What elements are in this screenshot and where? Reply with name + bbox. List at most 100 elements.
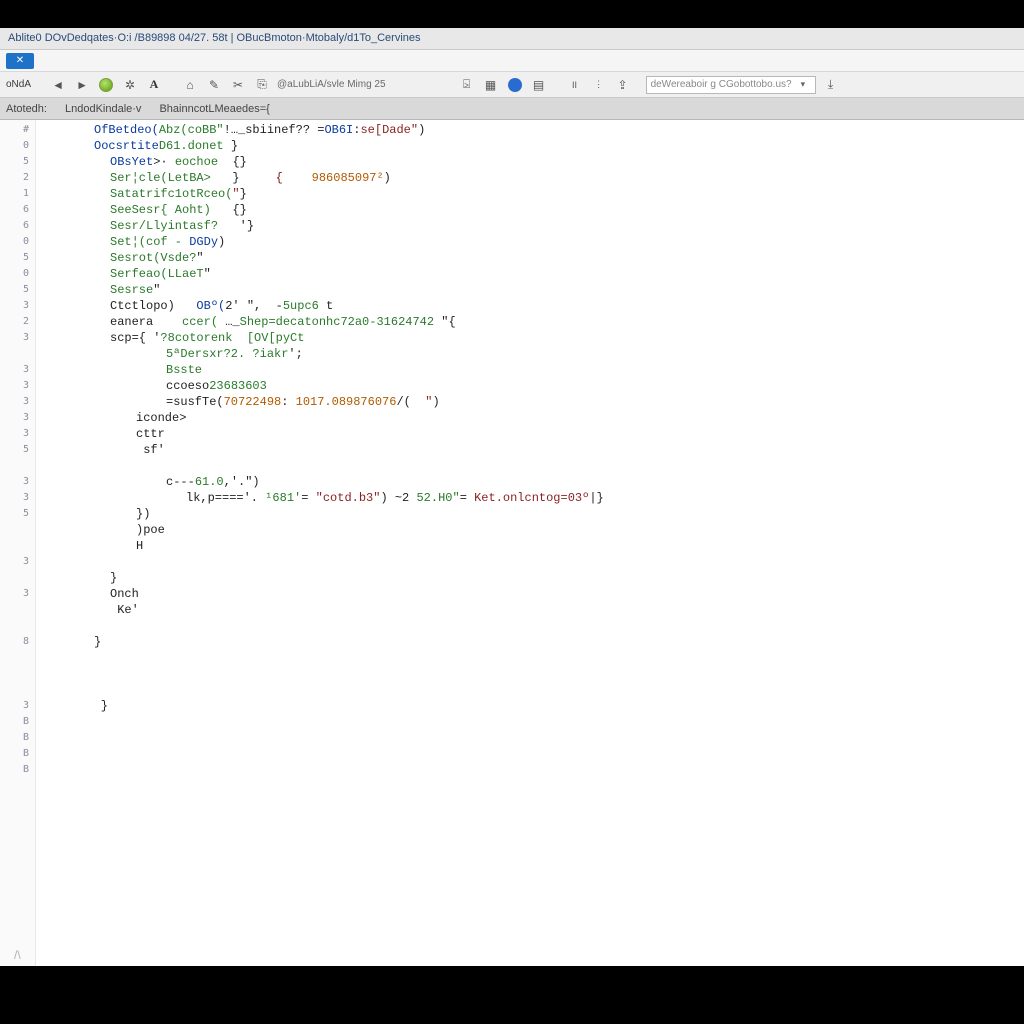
badge-bar: ✕ [0,50,1024,72]
gutter-line: 5 [0,282,35,298]
code-line: Ke' [36,602,1024,618]
code-editor[interactable]: #05216605053233333353353383BBBB OfBetdeo… [0,120,1024,966]
code-line: H [36,538,1024,554]
gutter-line [0,570,35,586]
gutter-line: 3 [0,698,35,714]
gutter-line: 3 [0,426,35,442]
gutter-line: 3 [0,330,35,346]
gutter-line [0,522,35,538]
gutter-line: 3 [0,554,35,570]
globe-icon[interactable] [506,76,524,94]
code-line: } [36,570,1024,586]
orb-icon[interactable] [97,76,115,94]
code-line: Set¦(cof - DGDy) [36,234,1024,250]
code-line: Satatrifc1otRceo("} [36,186,1024,202]
code-line: eanera ccer( …_Shep=decatonhc72a0-316247… [36,314,1024,330]
code-line [36,666,1024,682]
tool-icon-4[interactable]: ⎘ [253,76,271,94]
code-area[interactable]: OfBetdeo(Abz(coBB"!…_sbiinef?? =OB6I:se[… [36,120,1024,966]
gutter-line: 2 [0,314,35,330]
gutter-line: # [0,122,35,138]
title-bar: Ablite0 DOvDedqates·O:i /B89898 04/27. 5… [0,28,1024,50]
gutter-line: 1 [0,186,35,202]
gutter-line: 3 [0,362,35,378]
code-line: } [36,634,1024,650]
gutter-line: 6 [0,202,35,218]
gutter-line: 3 [0,410,35,426]
gutter-line: 6 [0,218,35,234]
code-line: ccoeso23683603 [36,378,1024,394]
gutter-line: 5 [0,506,35,522]
share-icon[interactable]: ⇪ [614,76,632,94]
gutter-line: 3 [0,298,35,314]
code-line: iconde> [36,410,1024,426]
gutter-line [0,666,35,682]
gutter-line [0,618,35,634]
gear-icon[interactable]: ✲ [121,76,139,94]
code-line [36,554,1024,570]
tool-icon-3[interactable]: ✂ [229,76,247,94]
gutter-line [0,682,35,698]
tab-2[interactable]: BhainncotLMeaedes={ [159,103,269,115]
search-input[interactable]: deWereaboir g CGobottobo.us? ▾ [646,76,816,94]
tool-icon-5[interactable]: ⍄ [458,76,476,94]
gutter-line: B [0,714,35,730]
code-line [36,618,1024,634]
code-line: 5ªDersxr?2. ?iakr'; [36,346,1024,362]
code-line: OocsrtiteD61.donet } [36,138,1024,154]
gutter-line: 3 [0,378,35,394]
gutter-line [0,346,35,362]
gutter-line [0,538,35,554]
bottom-glyph: /\ [14,948,21,962]
code-line: }) [36,506,1024,522]
toolbar-left-label: oNdA [6,79,31,90]
gutter-line: 5 [0,154,35,170]
tool-icon-1[interactable]: ⌂ [181,76,199,94]
back-icon[interactable]: ◄ [49,76,67,94]
chevron-down-icon[interactable]: ▾ [801,79,811,90]
gutter-line: 0 [0,234,35,250]
gutter-line: 3 [0,474,35,490]
window-title: Ablite0 DOvDedqates·O:i /B89898 04/27. 5… [8,32,421,44]
tool-icon-2[interactable]: ✎ [205,76,223,94]
close-badge[interactable]: ✕ [6,53,34,69]
code-line [36,650,1024,666]
code-line: } [36,698,1024,714]
gutter-line: 3 [0,490,35,506]
gutter-line: B [0,730,35,746]
code-line: Onch [36,586,1024,602]
tool-icon-7[interactable]: ▤ [530,76,548,94]
font-icon[interactable]: A [145,76,163,94]
code-line: scp={ '?8cotorenk [OV[pyCt [36,330,1024,346]
forward-icon[interactable]: ► [73,76,91,94]
code-line [36,458,1024,474]
app-window: Ablite0 DOvDedqates·O:i /B89898 04/27. 5… [0,28,1024,966]
tab-0[interactable]: Atotedh: [6,103,47,115]
gutter-line: B [0,762,35,778]
code-line: Serfeao(LLaeT" [36,266,1024,282]
code-line: Sesrse" [36,282,1024,298]
code-line: c---61.0,'.") [36,474,1024,490]
line-gutter: #05216605053233333353353383BBBB [0,120,36,966]
toolbar: oNdA ◄ ► ✲ A ⌂ ✎ ✂ ⎘ @aLubLiA/svle Mimg … [0,72,1024,98]
gutter-line: 0 [0,266,35,282]
tool-icon-8[interactable]: II [566,76,584,94]
gutter-line: B [0,746,35,762]
search-placeholder: deWereaboir g CGobottobo.us? [651,79,799,90]
tab-1[interactable]: LndodKindale·v [65,103,141,115]
gutter-line: 3 [0,394,35,410]
gutter-line: 2 [0,170,35,186]
code-line: Sesrot(Vsde?" [36,250,1024,266]
code-line: )poe [36,522,1024,538]
code-line: SeeSesr{ Aoht) {} [36,202,1024,218]
gutter-line: 5 [0,442,35,458]
code-line [36,682,1024,698]
gutter-line [0,650,35,666]
code-line: Ser¦cle(LetBA> } { 986085097²) [36,170,1024,186]
export-icon[interactable]: ⤓ [822,76,840,94]
tool-icon-9[interactable]: ⋮ [590,76,608,94]
code-line: OBsYet>· eochoe {} [36,154,1024,170]
gutter-line [0,458,35,474]
tool-icon-6[interactable]: ▦ [482,76,500,94]
code-line: OfBetdeo(Abz(coBB"!…_sbiinef?? =OB6I:se[… [36,122,1024,138]
